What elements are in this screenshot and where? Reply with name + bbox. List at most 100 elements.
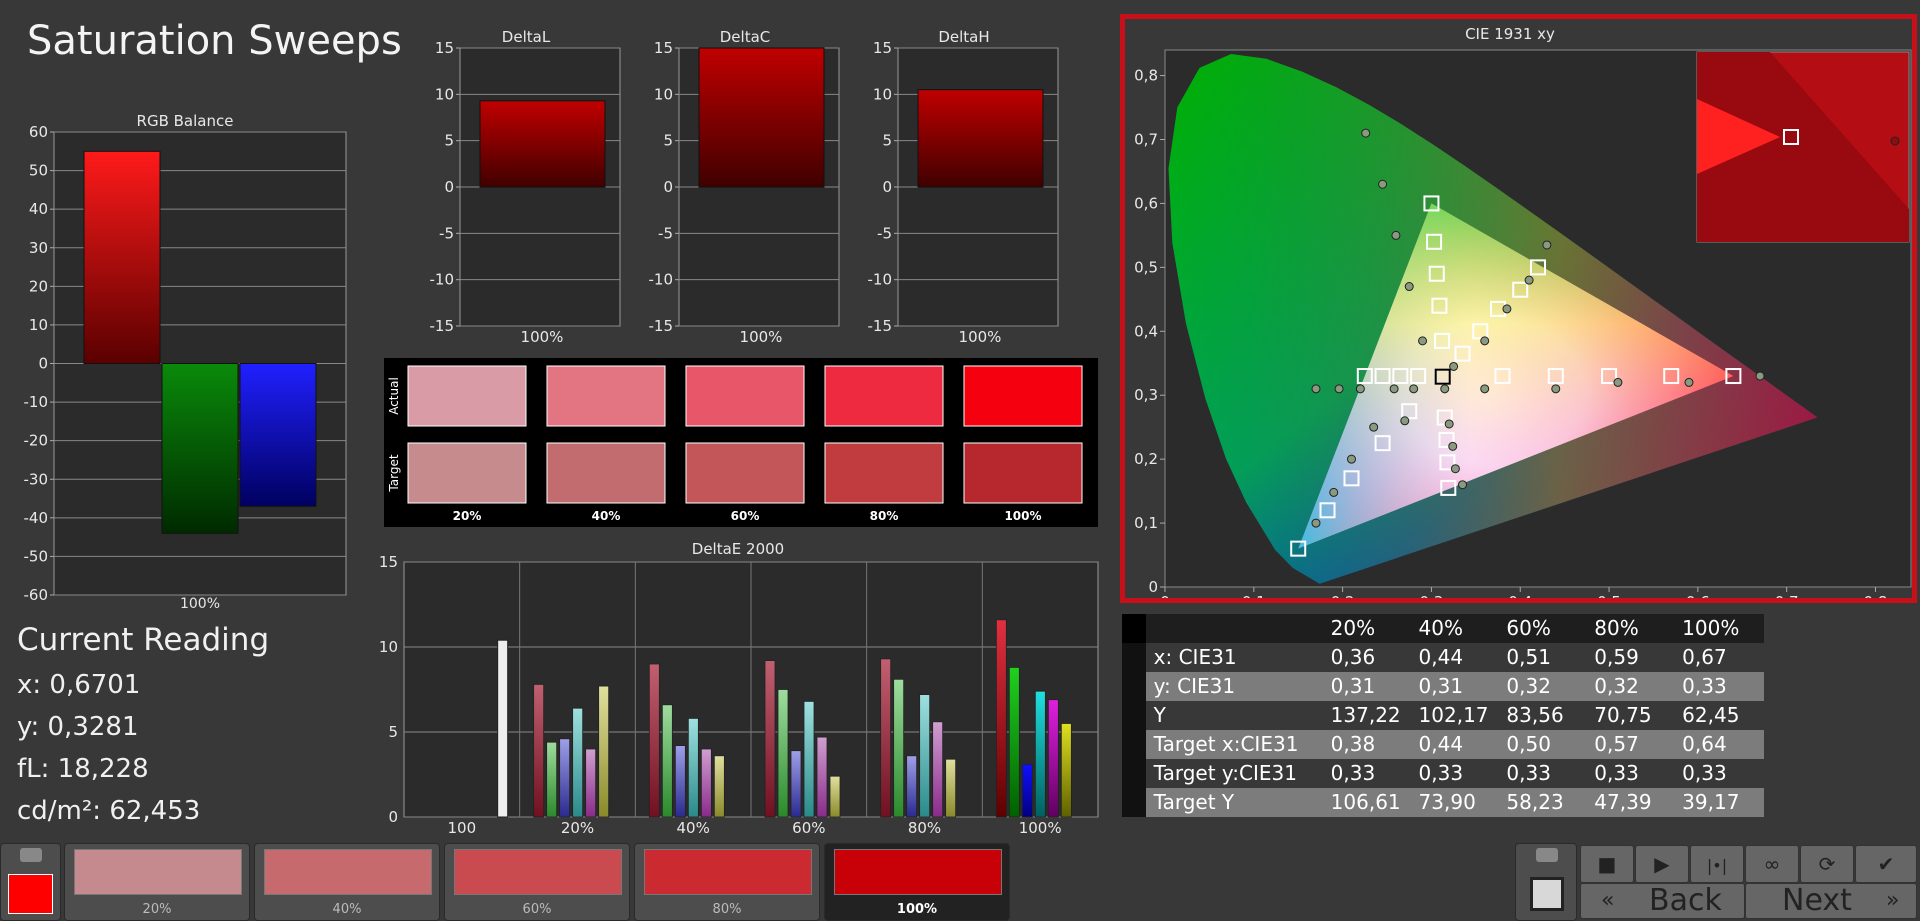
de-bar	[598, 685, 610, 818]
row-value: 0,32	[1506, 674, 1551, 698]
rgb-ytick: 0	[38, 355, 48, 373]
de-ytick: 15	[379, 553, 398, 571]
swatch-label: 80%	[870, 509, 899, 523]
sweep-swatch	[834, 849, 1002, 895]
reading-marker	[1311, 518, 1321, 528]
row-value: 39,17	[1682, 790, 1740, 814]
cie-xtick: 0,7	[1775, 593, 1799, 598]
row-value: 83,56	[1506, 703, 1564, 727]
sweep-step-button[interactable]: 60%	[444, 843, 630, 921]
rgb-ytick: -20	[24, 432, 49, 450]
table-row: Y 137,22 102,17 83,56 70,75 62,45	[1122, 701, 1764, 730]
sweep-step-button[interactable]: 100%	[824, 843, 1010, 921]
delta-ytick: 5	[882, 132, 892, 150]
reading-marker	[1449, 361, 1459, 371]
de-xtick: 60%	[792, 819, 825, 837]
de-ytick: 5	[388, 723, 398, 741]
page-title: Saturation Sweeps	[27, 18, 402, 64]
cie-ytick: 0,7	[1134, 131, 1158, 149]
row-value: 0,31	[1330, 674, 1376, 698]
step-button[interactable]: |•|	[1690, 845, 1744, 883]
rgb-ytick: -60	[24, 586, 49, 604]
current-color-swatch	[8, 874, 53, 914]
row-marker	[1122, 643, 1146, 672]
reading-marker	[1458, 480, 1468, 490]
delta-charts: DeltaL 15 10 5 0 -5 -10 -15 100% DeltaC 15 10 5 0 -5 -1…	[430, 28, 1059, 346]
delta-ytick: 10	[873, 85, 892, 103]
table-row: y: CIE31 0,31 0,31 0,32 0,32 0,33	[1122, 672, 1764, 701]
cie-ytick: 0	[1148, 578, 1158, 596]
reading-marker	[1440, 384, 1450, 394]
cie-ytick: 0,1	[1134, 514, 1158, 532]
cie-ytick: 0,5	[1134, 258, 1158, 276]
cie-xtick: 0,4	[1508, 593, 1532, 598]
next-label: Next	[1782, 883, 1852, 918]
cie-xtick: 0,8	[1864, 593, 1888, 598]
actual-swatch	[685, 365, 805, 427]
actual-swatch	[963, 365, 1083, 427]
delta-xlabel: 100%	[959, 328, 1002, 346]
de-bar	[995, 619, 1007, 818]
rgb-balance-title: RGB Balance	[137, 112, 234, 130]
stop-button[interactable]: ■	[1580, 845, 1634, 883]
col-header: 100%	[1682, 616, 1740, 640]
delta-ytick: -15	[649, 317, 674, 335]
reading-marker	[1755, 371, 1765, 381]
sweep-step-button[interactable]: 40%	[254, 843, 440, 921]
pattern-toggle-button[interactable]	[1515, 843, 1577, 921]
target-swatch	[963, 442, 1083, 504]
reading-x: x: 0,6701	[17, 670, 141, 700]
delta-ytick: -15	[868, 317, 893, 335]
cie-xtick: 0,1	[1242, 593, 1266, 598]
de-bar	[790, 750, 802, 818]
sweep-step-button[interactable]: 20%	[64, 843, 250, 921]
rgb-balance-xlabel: 100%	[180, 596, 220, 610]
de-bar	[919, 694, 931, 818]
play-button[interactable]: ▶	[1635, 845, 1689, 883]
reading-marker	[1524, 275, 1534, 285]
reading-y: y: 0,3281	[17, 712, 139, 742]
checkmark-icon: ✔	[1877, 852, 1895, 876]
cie-chart-frame: CIE 1931 xy 0 0,1 0,2 0,3 0,4 0,5 0,6 0,7 0,8 0 0,…	[1120, 14, 1917, 611]
de-ytick: 0	[388, 808, 398, 826]
reading-marker	[1389, 384, 1399, 394]
reading-marker	[1684, 377, 1694, 387]
delta-ytick: -5	[658, 224, 673, 242]
cie-chart: CIE 1931 xy 0 0,1 0,2 0,3 0,4 0,5 0,6 0,7 0,8 0 0,…	[1134, 25, 1912, 611]
delta-ytick: -10	[430, 271, 455, 289]
cie-xtick: 0,5	[1597, 593, 1621, 598]
back-button[interactable]: « Back	[1580, 883, 1745, 919]
de-xtick: 100	[448, 819, 477, 837]
reading-marker	[1369, 422, 1379, 432]
delta-ytick: -5	[439, 224, 454, 242]
de-bar	[648, 663, 660, 818]
next-button[interactable]: Next »	[1745, 883, 1917, 919]
delta-ytick: 10	[435, 85, 454, 103]
rgb-bar-red	[83, 150, 161, 364]
de-ytick: 10	[379, 638, 398, 656]
de-bar	[906, 755, 918, 818]
de-bar	[1034, 690, 1046, 818]
loop-button[interactable]: ∞	[1745, 845, 1799, 883]
reading-marker	[1551, 384, 1561, 394]
de-bar	[533, 683, 545, 818]
row-value: 0,64	[1682, 732, 1727, 756]
delta-ytick: 0	[663, 178, 673, 196]
sweep-step-button[interactable]: 80%	[634, 843, 820, 921]
rgb-bar-green	[161, 363, 239, 534]
refresh-icon: ⟳	[1818, 852, 1836, 876]
row-value: 0,51	[1506, 645, 1551, 669]
confirm-button[interactable]: ✔	[1855, 845, 1917, 883]
row-value: 0,59	[1594, 645, 1639, 669]
delta-ytick: 15	[873, 39, 892, 57]
current-color-button[interactable]	[0, 843, 61, 921]
refresh-button[interactable]: ⟳	[1800, 845, 1854, 883]
chevron-up-icon[interactable]	[20, 848, 42, 862]
de-bar	[816, 736, 828, 818]
delta-title: DeltaH	[938, 28, 989, 46]
actual-swatch	[824, 365, 944, 427]
delta-ytick: 10	[654, 85, 673, 103]
sweep-label: 100%	[896, 902, 938, 917]
rgb-ytick: 30	[29, 239, 48, 257]
chevron-up-icon[interactable]	[1536, 848, 1558, 862]
